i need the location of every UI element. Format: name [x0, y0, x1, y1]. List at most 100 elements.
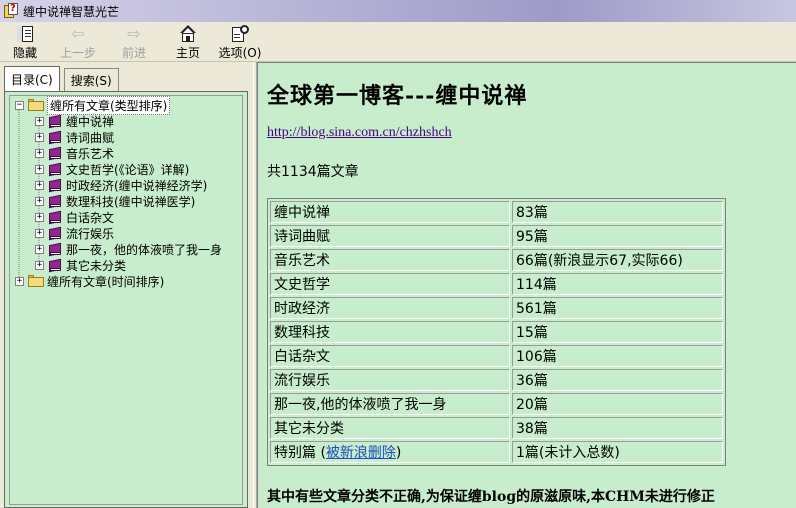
tree-item[interactable]: + 白话杂文: [35, 209, 114, 225]
count-cell: 1篇(未计入总数): [512, 441, 723, 463]
category-cell: 白话杂文: [270, 345, 510, 367]
hide-button[interactable]: 隐藏: [0, 22, 50, 62]
table-row: 音乐艺术 66篇(新浪显示67,实际66): [270, 249, 723, 271]
back-arrow-icon: ⇦: [71, 24, 85, 43]
category-cell: 其它未分类: [270, 417, 510, 439]
count-cell: 66篇(新浪显示67,实际66): [512, 249, 723, 271]
expand-toggle-icon[interactable]: +: [35, 228, 44, 238]
tab-search[interactable]: 搜索(S): [63, 68, 119, 91]
table-row: 白话杂文 106篇: [270, 345, 723, 367]
table-row: 其它未分类 38篇: [270, 417, 723, 439]
count-cell: 95篇: [512, 225, 723, 247]
table-row: 流行娱乐 36篇: [270, 369, 723, 391]
expand-toggle-icon[interactable]: +: [35, 260, 44, 270]
options-label: 选项(O): [218, 46, 262, 60]
tree-item[interactable]: + 诗词曲赋: [35, 129, 114, 145]
book-icon: [48, 178, 62, 193]
category-cell: 那一夜,他的体液喷了我一身: [270, 393, 510, 415]
table-row: 那一夜,他的体液喷了我一身 20篇: [270, 393, 723, 415]
expand-toggle-icon[interactable]: +: [35, 196, 44, 206]
book-icon: [48, 130, 62, 145]
open-folder-icon: [28, 99, 44, 111]
classification-note: 其中有些文章分类不正确,为保证缠blog的原滋原味,本CHM未进行修正: [267, 489, 715, 505]
forward-button[interactable]: ⇨ 前进: [106, 22, 162, 62]
count-cell: 561篇: [512, 297, 723, 319]
tree-item-label: 其它未分类: [66, 258, 127, 273]
tree-item[interactable]: + 那一夜，他的体液喷了我一身: [35, 241, 222, 257]
category-cell: 数理科技: [270, 321, 510, 343]
count-cell: 38篇: [512, 417, 723, 439]
book-icon: [48, 194, 62, 209]
tree-item[interactable]: + 数理科技(缠中说禅医学): [35, 193, 195, 209]
title-bar: ? 缠中说禅智慧光芒: [0, 0, 796, 22]
expand-toggle-icon[interactable]: +: [35, 180, 44, 190]
content-pane: 全球第一博客---缠中说禅 http://blog.sina.com.cn/ch…: [257, 62, 796, 508]
tree-root-by-time[interactable]: + 缠所有文章(时间排序): [15, 273, 164, 289]
toolbar: 隐藏 ⇦ 上一步 ⇨ 前进 主页 选项(O): [0, 22, 796, 62]
tree-item[interactable]: + 文史哲学(《论语》详解): [35, 161, 189, 177]
blog-url-link[interactable]: http://blog.sina.com.cn/chzhshch: [267, 125, 452, 141]
table-row: 时政经济 561篇: [270, 297, 723, 319]
count-cell: 114篇: [512, 273, 723, 295]
book-icon: [48, 210, 62, 225]
closed-folder-icon: [28, 275, 44, 287]
collapse-toggle-icon[interactable]: −: [15, 100, 24, 110]
table-row-special: 特别篇 (被新浪删除) 1篇(未计入总数): [270, 441, 723, 463]
contents-tree[interactable]: − 缠所有文章(类型排序) + 缠中说禅 + 诗词曲赋 + 音乐艺术 + 文史哲…: [4, 91, 248, 508]
count-cell: 106篇: [512, 345, 723, 367]
tree-item-label: 白话杂文: [66, 210, 115, 225]
book-icon: [48, 242, 62, 257]
category-cell: 音乐艺术: [270, 249, 510, 271]
table-row: 诗词曲赋 95篇: [270, 225, 723, 247]
tree-item-label: 诗词曲赋: [66, 130, 115, 145]
category-cell: 诗词曲赋: [270, 225, 510, 247]
count-cell: 20篇: [512, 393, 723, 415]
book-icon: [48, 114, 62, 129]
home-button[interactable]: 主页: [162, 22, 214, 62]
category-cell: 特别篇 (被新浪删除): [270, 441, 510, 463]
tree-item[interactable]: + 其它未分类: [35, 257, 126, 273]
deleted-by-sina-link[interactable]: 被新浪删除: [326, 445, 396, 461]
article-count: 共1134篇文章: [267, 164, 359, 180]
back-label: 上一步: [59, 46, 96, 60]
tree-item-label: 流行娱乐: [66, 226, 115, 241]
forward-label: 前进: [121, 46, 146, 60]
expand-toggle-icon[interactable]: +: [35, 164, 44, 174]
tree-item[interactable]: + 音乐艺术: [35, 145, 114, 161]
tree-item-label: 时政经济(缠中说禅经济学): [66, 178, 208, 193]
expand-toggle-icon[interactable]: +: [35, 148, 44, 158]
options-button[interactable]: 选项(O): [214, 22, 266, 62]
tab-contents[interactable]: 目录(C): [4, 66, 60, 91]
count-cell: 83篇: [512, 201, 723, 223]
tree-view: − 缠所有文章(类型排序) + 缠中说禅 + 诗词曲赋 + 音乐艺术 + 文史哲…: [9, 95, 243, 505]
help-book-icon: ?: [3, 3, 19, 19]
expand-toggle-icon[interactable]: +: [35, 132, 44, 142]
count-cell: 36篇: [512, 369, 723, 391]
special-suffix: ): [395, 445, 402, 461]
expand-toggle-icon[interactable]: +: [15, 276, 24, 286]
tree-root-by-type[interactable]: − 缠所有文章(类型排序): [15, 95, 171, 115]
category-cell: 缠中说禅: [270, 201, 510, 223]
back-button[interactable]: ⇦ 上一步: [50, 22, 106, 62]
special-prefix: 特别篇 (: [274, 445, 326, 461]
table-row: 文史哲学 114篇: [270, 273, 723, 295]
home-label: 主页: [175, 46, 200, 60]
book-icon: [48, 258, 62, 273]
category-cell: 流行娱乐: [270, 369, 510, 391]
category-cell: 文史哲学: [270, 273, 510, 295]
tree-item[interactable]: + 缠中说禅: [35, 113, 114, 129]
tree-item[interactable]: + 时政经济(缠中说禅经济学): [35, 177, 207, 193]
page-title: 全球第一博客---缠中说禅: [267, 83, 528, 109]
tree-root-label: 缠所有文章(时间排序): [47, 274, 165, 289]
tree-item[interactable]: + 流行娱乐: [35, 225, 114, 241]
tree-item-label: 数理科技(缠中说禅医学): [66, 194, 196, 209]
tree-item-label: 缠中说禅: [66, 114, 115, 129]
count-cell: 15篇: [512, 321, 723, 343]
tree-item-label: 音乐艺术: [66, 146, 115, 161]
home-icon: [177, 25, 199, 43]
expand-toggle-icon[interactable]: +: [35, 212, 44, 222]
hide-pane-icon: [14, 25, 36, 43]
expand-toggle-icon[interactable]: +: [35, 116, 44, 126]
tree-item-label: 文史哲学(《论语》详解): [66, 162, 190, 177]
expand-toggle-icon[interactable]: +: [35, 244, 44, 254]
